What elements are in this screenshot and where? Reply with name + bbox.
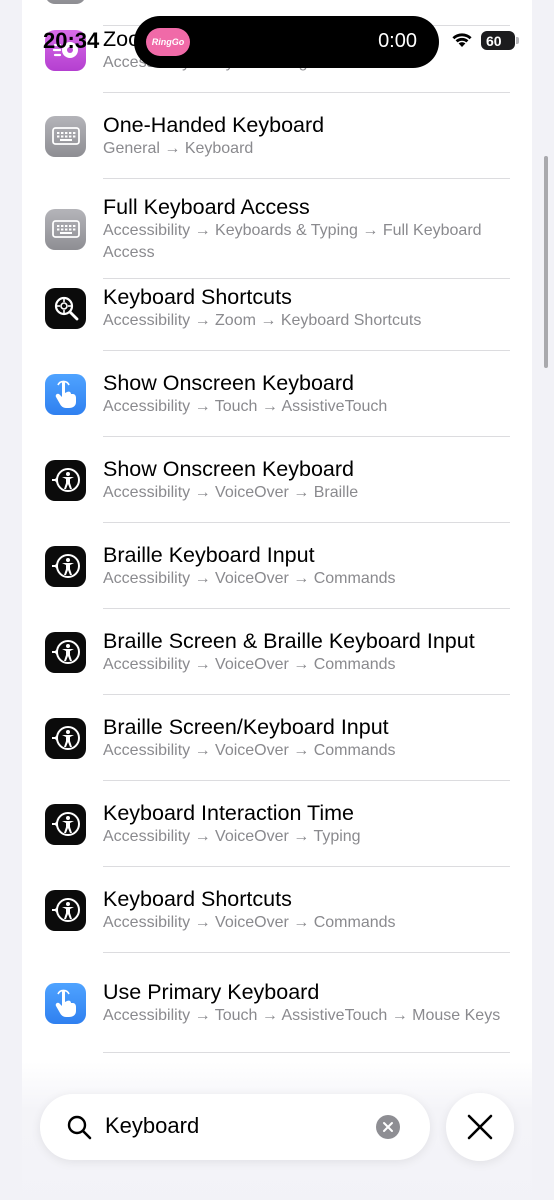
search-result-row[interactable]: Full Keyboard Access Accessibility → Keyb… — [22, 179, 532, 279]
reset-icon — [45, 0, 86, 4]
touch-icon — [45, 982, 86, 1024]
results-card: Reset Keyboard DictionaryGeneral → Trans… — [22, 0, 532, 1200]
result-text: Keyboard Interaction Time Accessibility →… — [103, 800, 512, 848]
result-title: Use Primary Keyboard — [103, 980, 320, 1004]
wifi-icon — [452, 33, 472, 47]
voiceover-icon — [45, 545, 86, 587]
result-text: Show Onscreen Keyboard Accessibility → Vo… — [103, 456, 512, 504]
search-result-row[interactable]: One-Handed Keyboard General → Keyboard — [22, 93, 532, 179]
search-result-row[interactable]: Braille Keyboard Input Accessibility → Vo… — [22, 523, 532, 609]
result-text: One-Handed Keyboard General → Keyboard — [103, 112, 512, 160]
result-text: Braille Keyboard Input Accessibility → Vo… — [103, 542, 512, 590]
result-subtitle: Accessibility → Touch → AssistiveTouch — [103, 398, 388, 415]
result-text: Braille Screen & Braille Keyboard Input A… — [103, 628, 512, 676]
voiceover-icon — [45, 717, 86, 759]
result-text: Braille Screen/Keyboard Input Accessibili… — [103, 714, 512, 762]
result-text: Full Keyboard Access Accessibility → Keyb… — [103, 194, 512, 264]
search-result-row[interactable]: Show Onscreen Keyboard Accessibility → To… — [22, 351, 532, 437]
result-text: Keyboard Shortcuts Accessibility → VoiceO… — [103, 886, 512, 934]
dynamic-island[interactable]: RingGo 0:00 — [134, 16, 439, 68]
search-bar[interactable]: Keyboard — [40, 1094, 430, 1160]
result-title: Show Onscreen Keyboard — [103, 371, 354, 395]
search-result-row[interactable]: Use Primary Keyboard Accessibility → Touc… — [22, 953, 532, 1053]
result-title: Keyboard Shortcuts — [103, 285, 292, 309]
search-input[interactable]: Keyboard — [105, 1113, 199, 1139]
result-subtitle: Accessibility → Zoom → Keyboard Shortcut… — [103, 312, 422, 329]
result-title: One-Handed Keyboard — [103, 113, 325, 137]
result-subtitle: General → Transfer or Reset iPhone → Res… — [103, 0, 512, 7]
result-text: Show Onscreen Keyboard Accessibility → To… — [103, 370, 512, 418]
search-icon — [67, 1115, 92, 1140]
result-text: Use Primary Keyboard Accessibility → Touc… — [103, 979, 512, 1027]
result-subtitle: Accessibility → VoiceOver → Commands — [103, 914, 396, 931]
result-title: Braille Keyboard Input — [103, 543, 315, 567]
voiceover-icon — [45, 631, 86, 673]
zoom-icon — [45, 287, 86, 329]
search-result-row[interactable]: Show Onscreen Keyboard Accessibility → Vo… — [22, 437, 532, 523]
scroll-indicator[interactable] — [544, 156, 548, 368]
result-text: Reset Keyboard DictionaryGeneral → Trans… — [103, 0, 512, 7]
voiceover-icon — [45, 889, 86, 931]
result-subtitle: Accessibility → Touch → AssistiveTouch →… — [103, 1007, 501, 1024]
ringgo-app-icon: RingGo — [146, 28, 190, 56]
result-text: Keyboard Shortcuts Accessibility → Zoom →… — [103, 284, 512, 332]
result-title: Braille Screen & Braille Keyboard Input — [103, 629, 475, 653]
voiceover-icon — [45, 803, 86, 845]
close-search-button[interactable] — [446, 1093, 514, 1161]
result-subtitle: Accessibility → VoiceOver → Commands — [103, 656, 396, 673]
search-result-row[interactable]: Braille Screen & Braille Keyboard Input A… — [22, 609, 532, 695]
row-separator — [103, 1052, 510, 1053]
voiceover-icon — [45, 459, 86, 501]
result-subtitle: Accessibility → VoiceOver → Commands — [103, 570, 396, 587]
result-subtitle: Accessibility → VoiceOver → Typing — [103, 828, 361, 845]
result-subtitle: Accessibility → VoiceOver → Commands — [103, 742, 396, 759]
battery-indicator: 60 — [481, 31, 519, 50]
search-result-row[interactable]: Keyboard Shortcuts Accessibility → VoiceO… — [22, 867, 532, 953]
keyboard-icon — [45, 208, 86, 250]
result-title: Braille Screen/Keyboard Input — [103, 715, 389, 739]
result-subtitle: General → Keyboard — [103, 140, 254, 157]
search-result-row[interactable]: Braille Screen/Keyboard Input Accessibili… — [22, 695, 532, 781]
clear-search-icon[interactable] — [376, 1115, 400, 1139]
result-subtitle: Accessibility → VoiceOver → Braille — [103, 484, 359, 501]
result-title: Show Onscreen Keyboard — [103, 457, 354, 481]
result-title: Keyboard Interaction Time — [103, 801, 354, 825]
live-activity-timer: 0:00 — [378, 30, 417, 52]
status-time: 20:34 — [43, 28, 100, 53]
keyboard-icon — [45, 115, 86, 157]
close-icon — [467, 1114, 493, 1140]
touch-icon — [45, 373, 86, 415]
result-title: Full Keyboard Access — [103, 195, 310, 219]
result-subtitle: Accessibility → Keyboards & Typing → Ful… — [103, 222, 482, 261]
search-result-row[interactable]: Keyboard Interaction Time Accessibility →… — [22, 781, 532, 867]
search-result-row[interactable]: Keyboard Shortcuts Accessibility → Zoom →… — [22, 265, 532, 351]
result-title: Keyboard Shortcuts — [103, 887, 292, 911]
